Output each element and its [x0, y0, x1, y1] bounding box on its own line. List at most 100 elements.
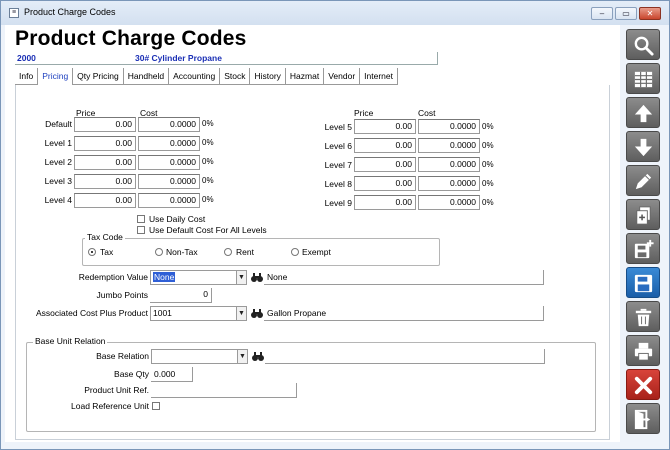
cost-input-level-6[interactable]: 0.0000 [418, 138, 480, 153]
pencil-icon [635, 173, 652, 190]
main-content: Product Charge Codes 2000 30# Cylinder P… [5, 25, 620, 442]
base-qty-input[interactable]: 0.000 [151, 367, 193, 382]
non-tax-radio[interactable] [155, 248, 163, 256]
level-label: Level 2 [44, 157, 72, 167]
tax-radio[interactable] [88, 248, 96, 256]
price-input-level-6[interactable]: 0.00 [354, 138, 416, 153]
new-record-button[interactable] [626, 233, 660, 264]
product-unit-ref-label: Product Unit Ref. [84, 385, 149, 395]
tab-info[interactable]: Info [15, 68, 39, 85]
cost-input-level-3[interactable]: 0.0000 [138, 174, 200, 189]
cost-input-level-7[interactable]: 0.0000 [418, 157, 480, 172]
price-input-level-7[interactable]: 0.00 [354, 157, 416, 172]
level-label: Level 5 [324, 122, 352, 132]
tab-qty-pricing[interactable]: Qty Pricing [73, 68, 124, 85]
exempt-radio[interactable] [291, 248, 299, 256]
use-default-cost-checkbox[interactable] [137, 226, 145, 234]
product-description: 30# Cylinder Propane [135, 53, 222, 63]
tab-accounting[interactable]: Accounting [169, 68, 221, 85]
cost-input-level-4[interactable]: 0.0000 [138, 193, 200, 208]
product-unit-ref-input[interactable] [151, 383, 297, 398]
use-default-cost-label: Use Default Cost For All Levels [149, 225, 267, 235]
chevron-down-icon: ▼ [238, 274, 245, 281]
window-title: Product Charge Codes [24, 7, 116, 17]
exit-button[interactable] [626, 403, 660, 434]
base-unit-relation-group: Base Unit Relation Base Relation ▼ Base … [26, 336, 596, 432]
price-input-level-1[interactable]: 0.00 [74, 136, 136, 151]
associated-description: Gallon Propane [264, 306, 544, 321]
edit-button[interactable] [626, 165, 660, 196]
margin-percent: 0% [482, 198, 494, 207]
product-code: 2000 [17, 53, 36, 63]
associated-cost-plus-select[interactable]: 1001 [150, 306, 237, 321]
redemption-value-selected: None [153, 272, 176, 282]
binoculars-lookup-icon[interactable] [250, 306, 264, 320]
tab-pricing[interactable]: Pricing [38, 68, 74, 85]
margin-percent: 0% [482, 141, 494, 150]
price-input-level-8[interactable]: 0.00 [354, 176, 416, 191]
move-up-button[interactable] [626, 97, 660, 128]
tab-stock[interactable]: Stock [220, 68, 251, 85]
level-label: Default [45, 119, 72, 129]
copy-button[interactable] [626, 199, 660, 230]
binoculars-lookup-icon[interactable] [251, 349, 265, 363]
print-button[interactable] [626, 335, 660, 366]
base-unit-relation-title: Base Unit Relation [33, 336, 108, 346]
base-relation-select[interactable] [151, 349, 238, 364]
rent-radio[interactable] [224, 248, 232, 256]
cost-input-level-9[interactable]: 0.0000 [418, 195, 480, 210]
tax-option-label: Tax [100, 247, 114, 257]
cost-input-level-8[interactable]: 0.0000 [418, 176, 480, 191]
price-input-level-5[interactable]: 0.00 [354, 119, 416, 134]
chevron-down-icon: ▼ [239, 353, 246, 360]
load-reference-unit-checkbox[interactable] [152, 402, 160, 410]
price-input-level-3[interactable]: 0.00 [74, 174, 136, 189]
price-input-level-2[interactable]: 0.00 [74, 155, 136, 170]
redemption-description: None [264, 270, 544, 285]
cost-input-level-1[interactable]: 0.0000 [138, 136, 200, 151]
tab-internet[interactable]: Internet [360, 68, 398, 85]
use-daily-cost-checkbox[interactable] [137, 215, 145, 223]
arrow-up-icon [634, 104, 653, 123]
copy-document-icon [636, 206, 651, 225]
grid-view-button[interactable] [626, 63, 660, 94]
redemption-value-label: Redemption Value [78, 272, 148, 282]
binoculars-lookup-icon[interactable] [250, 270, 264, 284]
print-icon [634, 342, 653, 361]
tab-hazmat[interactable]: Hazmat [285, 68, 325, 85]
minimize-button[interactable]: – [591, 7, 613, 20]
tab-handheld[interactable]: Handheld [123, 68, 170, 85]
delete-button[interactable] [626, 301, 660, 332]
redemption-dropdown-button[interactable]: ▼ [236, 270, 247, 285]
margin-percent: 0% [202, 176, 214, 185]
base-relation-dropdown-button[interactable]: ▼ [237, 349, 248, 364]
tax-code-title: Tax Code [85, 232, 125, 242]
price-input-level-4[interactable]: 0.00 [74, 193, 136, 208]
action-toolbar [624, 26, 664, 442]
grid-icon [634, 71, 653, 88]
price-header-right: Price [354, 108, 374, 118]
tab-history[interactable]: History [250, 68, 286, 85]
cost-input-level-2[interactable]: 0.0000 [138, 155, 200, 170]
app-icon[interactable]: ≡ [9, 8, 19, 18]
price-input-level-9[interactable]: 0.00 [354, 195, 416, 210]
cancel-button[interactable] [626, 369, 660, 400]
redemption-value-select[interactable]: None [150, 270, 237, 285]
jumbo-points-input[interactable]: 0 [150, 288, 212, 303]
use-daily-cost-label: Use Daily Cost [149, 214, 206, 224]
title-bar: ≡ Product Charge Codes – ▭ ✕ [1, 1, 669, 25]
search-button[interactable] [626, 29, 660, 60]
move-down-button[interactable] [626, 131, 660, 162]
restore-button[interactable]: ▭ [615, 7, 637, 20]
save-button[interactable] [626, 267, 660, 298]
price-input-default[interactable]: 0.00 [74, 117, 136, 132]
cost-input-level-5[interactable]: 0.0000 [418, 119, 480, 134]
cost-input-default[interactable]: 0.0000 [138, 117, 200, 132]
tab-vendor[interactable]: Vendor [324, 68, 361, 85]
page-title: Product Charge Codes [15, 27, 247, 50]
load-reference-unit-label: Load Reference Unit [71, 401, 149, 411]
close-button[interactable]: ✕ [639, 7, 661, 20]
margin-percent: 0% [482, 122, 494, 131]
associated-dropdown-button[interactable]: ▼ [236, 306, 247, 321]
level-label: Level 7 [324, 160, 352, 170]
